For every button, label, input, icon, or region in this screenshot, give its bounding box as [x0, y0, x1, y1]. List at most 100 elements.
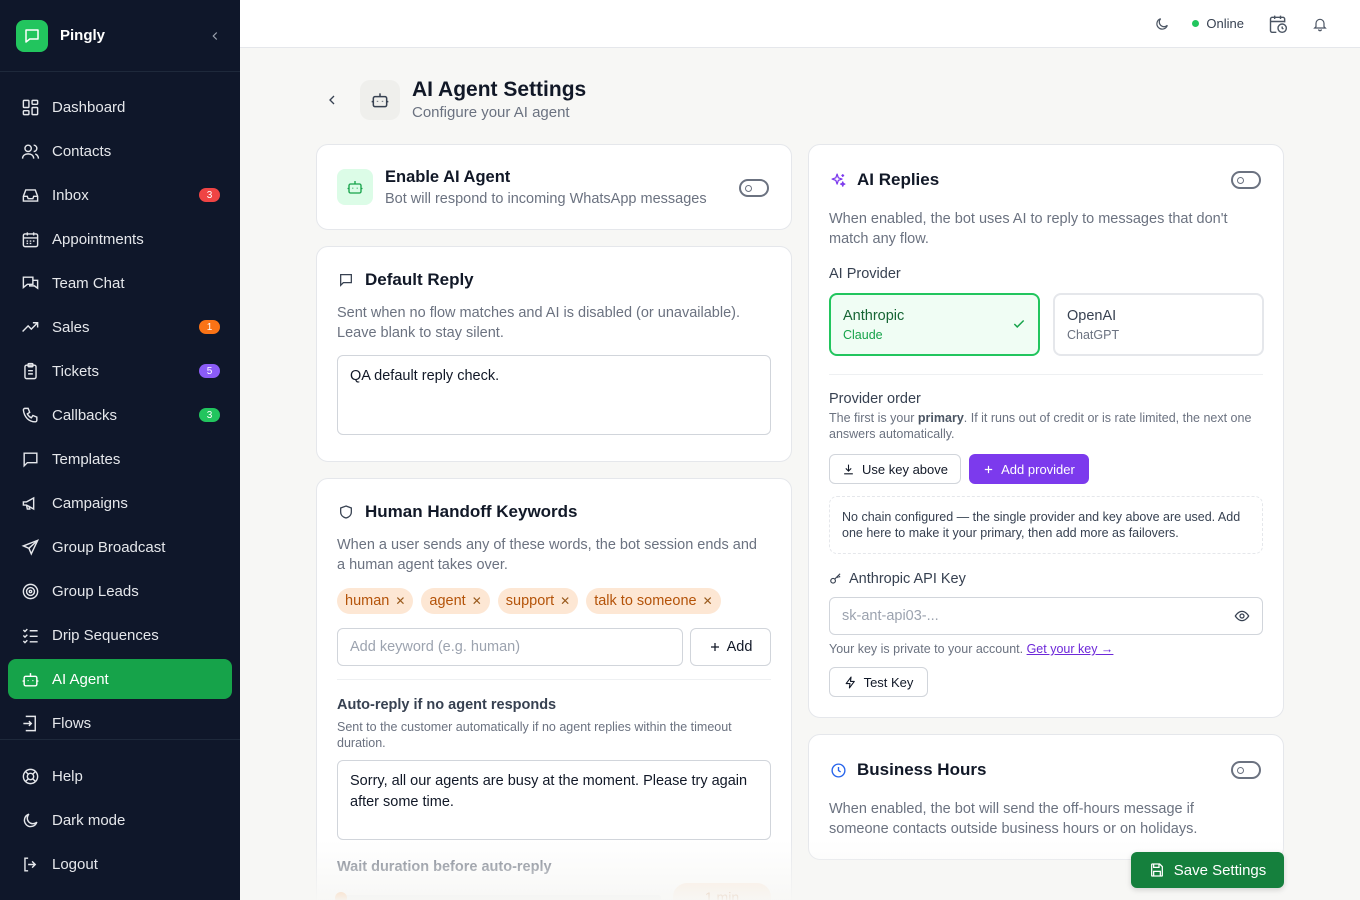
- keyword-chip: support ✕: [497, 588, 579, 614]
- add-provider-button[interactable]: Add provider: [969, 454, 1089, 484]
- auto-reply-textarea[interactable]: Sorry, all our agents are busy at the mo…: [337, 760, 771, 840]
- get-your-key-link[interactable]: Get your key →: [1027, 642, 1114, 656]
- sidebar-item-label: Campaigns: [52, 494, 128, 512]
- sidebar-item-campaigns[interactable]: Campaigns: [8, 483, 232, 523]
- brand-logo: [16, 19, 48, 52]
- keyword-chip: agent ✕: [421, 588, 490, 614]
- api-key-heading: Anthropic API Key: [829, 571, 966, 587]
- zap-icon: [844, 676, 857, 689]
- sidebar-item-inbox[interactable]: Inbox 3: [8, 175, 232, 215]
- remove-keyword-icon[interactable]: ✕: [395, 594, 405, 608]
- sidebar-item-help[interactable]: Help: [8, 756, 232, 796]
- sidebar-item-label: Contacts: [52, 142, 112, 160]
- ai-replies-card: AI Replies When enabled, the bot uses AI…: [808, 144, 1284, 718]
- handoff-keywords-card: Human Handoff Keywords When a user sends…: [316, 478, 792, 900]
- online-status[interactable]: Online: [1192, 16, 1244, 31]
- sidebar-item-drip-sequences[interactable]: Drip Sequences: [8, 615, 232, 655]
- ai-replies-toggle[interactable]: [1231, 171, 1261, 189]
- business-hours-toggle[interactable]: [1231, 761, 1261, 779]
- sidebar-item-label: AI Agent: [52, 670, 109, 688]
- sidebar-item-appointments[interactable]: Appointments: [8, 219, 232, 259]
- provider-model: ChatGPT: [1067, 328, 1120, 342]
- sidebar-nav: Dashboard Contacts Inbox 3 Appointments …: [0, 72, 240, 743]
- ai-replies-description: When enabled, the bot uses AI to reply t…: [829, 211, 1228, 247]
- clock-icon: [829, 761, 847, 779]
- keyword-chip-list: human ✕ agent ✕ support ✕ talk to someone ✕: [337, 588, 729, 614]
- inbox-count-badge: 3: [199, 188, 220, 202]
- api-key-input[interactable]: sk-ant-api03-...: [829, 597, 1263, 635]
- sidebar-item-logout[interactable]: Logout: [8, 844, 232, 884]
- handoff-description: When a user sends any of these words, th…: [337, 537, 757, 573]
- api-key-help: Your key is private to your account. Get…: [829, 641, 1113, 657]
- business-hours-heading: Business Hours: [829, 760, 986, 780]
- toggle-knob: [1237, 766, 1244, 774]
- sidebar-item-group-broadcast[interactable]: Group Broadcast: [8, 527, 232, 567]
- shield-icon: [337, 503, 355, 521]
- chain-note: No chain configured — the single provide…: [829, 496, 1263, 554]
- use-key-above-button[interactable]: Use key above: [829, 454, 961, 484]
- sidebar-item-contacts[interactable]: Contacts: [8, 131, 232, 171]
- eye-icon[interactable]: [1234, 608, 1250, 624]
- wait-duration-label: Wait duration before auto-reply: [337, 859, 552, 875]
- add-keyword-button[interactable]: Add: [690, 628, 771, 666]
- enable-ai-agent-card: Enable AI Agent Bot will respond to inco…: [316, 144, 792, 230]
- trending-up-icon: [20, 317, 40, 337]
- page-title: AI Agent Settings: [412, 78, 587, 101]
- toggle-knob: [1237, 176, 1244, 184]
- sidebar-item-label: Group Broadcast: [52, 538, 166, 556]
- phone-icon: [20, 405, 40, 425]
- ai-replies-title: AI Replies: [857, 170, 940, 189]
- default-reply-card: Default Reply Sent when no flow matches …: [316, 246, 792, 462]
- keyword-chip-label: agent: [429, 593, 466, 609]
- theme-toggle-button[interactable]: [1152, 14, 1172, 34]
- enable-ai-agent-toggle[interactable]: [739, 179, 769, 197]
- save-icon: [1149, 862, 1165, 878]
- message-square-icon: [337, 271, 355, 289]
- order-desc-pre: The first is your: [829, 411, 918, 425]
- wait-duration-slider[interactable]: [335, 892, 661, 900]
- sidebar-item-templates[interactable]: Templates: [8, 439, 232, 479]
- sidebar-item-team-chat[interactable]: Team Chat: [8, 263, 232, 303]
- save-settings-button[interactable]: Save Settings: [1131, 852, 1284, 888]
- add-keyword-label: Add: [726, 639, 753, 655]
- sidebar-item-ai-agent[interactable]: AI Agent: [8, 659, 232, 699]
- inbox-icon: [20, 185, 40, 205]
- keyword-input[interactable]: Add keyword (e.g. human): [337, 628, 683, 666]
- sidebar-item-callbacks[interactable]: Callbacks 3: [8, 395, 232, 435]
- back-button[interactable]: [316, 84, 348, 116]
- remove-keyword-icon[interactable]: ✕: [472, 594, 482, 608]
- bot-icon: [20, 669, 40, 689]
- sidebar-item-label: Drip Sequences: [52, 626, 159, 644]
- slider-thumb[interactable]: [335, 892, 347, 900]
- test-key-button[interactable]: Test Key: [829, 667, 928, 697]
- plus-icon: [983, 464, 994, 475]
- sidebar-item-dark-mode[interactable]: Dark mode: [8, 800, 232, 840]
- sidebar-item-flows[interactable]: Flows: [8, 703, 232, 743]
- sidebar-item-dashboard[interactable]: Dashboard: [8, 87, 232, 127]
- dashboard-icon: [20, 97, 40, 117]
- save-settings-label: Save Settings: [1173, 861, 1267, 879]
- default-reply-description: Sent when no flow matches and AI is disa…: [337, 305, 741, 341]
- default-reply-textarea[interactable]: QA default reply check.: [337, 355, 771, 435]
- provider-option-openai[interactable]: OpenAI ChatGPT: [1053, 293, 1264, 356]
- chevron-left-icon: [329, 95, 335, 104]
- provider-option-anthropic[interactable]: Anthropic Claude: [829, 293, 1040, 356]
- sidebar-item-sales[interactable]: Sales 1: [8, 307, 232, 347]
- sidebar-item-tickets[interactable]: Tickets 5: [8, 351, 232, 391]
- sidebar-item-label: Inbox: [52, 186, 89, 204]
- users-icon: [20, 141, 40, 161]
- enable-ai-agent-description: Bot will respond to incoming WhatsApp me…: [385, 191, 707, 207]
- business-hours-description: When enabled, the bot will send the off-…: [829, 801, 1198, 837]
- remove-keyword-icon[interactable]: ✕: [703, 594, 713, 608]
- notifications-button[interactable]: [1310, 14, 1330, 34]
- remove-keyword-icon[interactable]: ✕: [560, 594, 570, 608]
- calendar-clock-button[interactable]: [1268, 14, 1288, 34]
- logout-icon: [20, 854, 40, 874]
- sidebar: Pingly Dashboard Contacts Inbox 3 Appoin…: [0, 0, 240, 900]
- megaphone-icon: [20, 493, 40, 513]
- provider-name: OpenAI: [1067, 308, 1117, 324]
- divider: [337, 679, 771, 680]
- sidebar-item-group-leads[interactable]: Group Leads: [8, 571, 232, 611]
- collapse-sidebar-button[interactable]: [206, 27, 224, 45]
- provider-model: Claude: [843, 328, 883, 342]
